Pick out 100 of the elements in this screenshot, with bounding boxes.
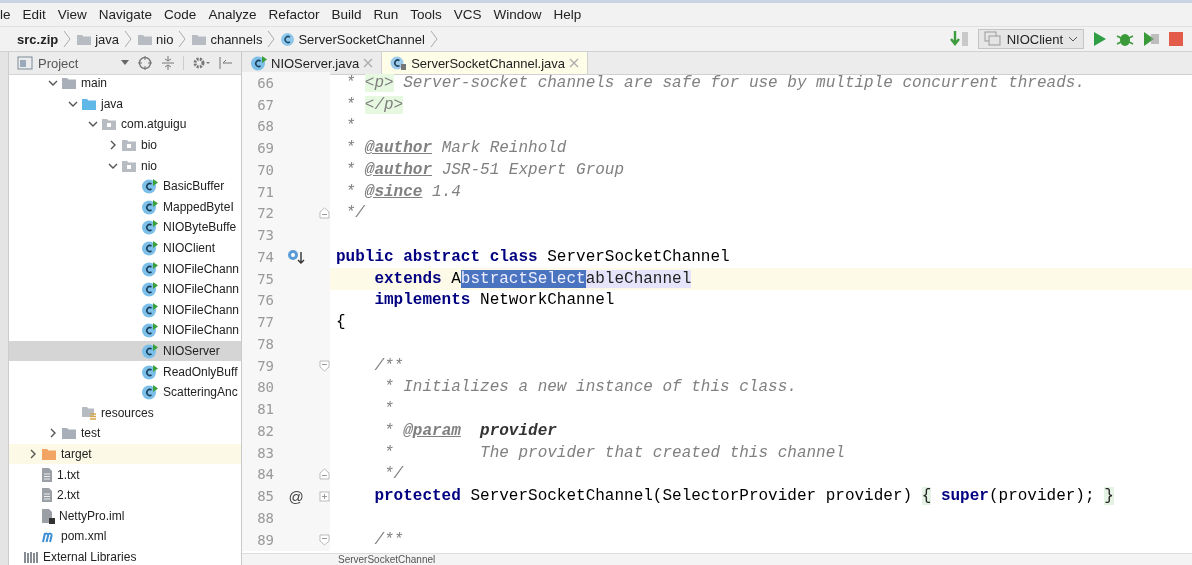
package-icon — [101, 117, 117, 132]
code-line: */ — [383, 465, 404, 484]
folder-icon — [41, 447, 57, 461]
fold-start-icon[interactable] — [318, 533, 330, 546]
breadcrumb-item[interactable]: ServerSocketChannel — [277, 31, 428, 47]
tree-item[interactable]: resources — [9, 402, 241, 424]
target-icon[interactable] — [137, 55, 153, 71]
editor-tab[interactable]: ServerSocketChannel.java — [382, 52, 589, 74]
line-number: 89 — [256, 531, 274, 548]
tree-item[interactable]: bio — [9, 134, 241, 156]
tree-item[interactable]: NIOFileChann — [9, 299, 241, 321]
menu-item[interactable]: VCS — [447, 7, 488, 22]
menu-item[interactable]: Navigate — [92, 7, 159, 22]
tree-item[interactable]: NIOServer — [9, 340, 241, 362]
tree-item[interactable]: NIOFileChann — [9, 258, 241, 279]
fold-end-icon[interactable] — [318, 468, 330, 481]
code-line: * @since 1.4 — [344, 182, 461, 201]
class-icon — [141, 281, 159, 298]
collapse-icon[interactable] — [160, 55, 176, 71]
menu-item[interactable]: Edit — [16, 7, 52, 22]
fold-start-icon[interactable] — [318, 359, 330, 372]
breadcrumb-item[interactable]: nio — [134, 31, 177, 47]
caret-icon — [1068, 35, 1078, 43]
tree-item[interactable]: ReadOnlyBuff — [9, 361, 241, 382]
breadcrumb-item[interactable]: channels — [188, 31, 266, 47]
build-icon[interactable] — [949, 30, 970, 48]
code-line: /** — [373, 356, 404, 375]
editor-breadcrumb[interactable]: ServerSocketChannel — [338, 554, 436, 565]
class-icon — [141, 198, 159, 215]
settings-icon[interactable] — [191, 55, 211, 71]
class-icon — [141, 260, 159, 277]
chevron-icon — [178, 30, 187, 48]
tree-item[interactable]: BasicBuffer — [9, 175, 241, 197]
code-line: * <p> Server-socket channels are safe for use by multiple concurrent threads. — [344, 73, 1085, 92]
menu-item[interactable]: Code — [158, 7, 203, 22]
package-icon — [121, 138, 137, 153]
tree-item[interactable]: target — [9, 443, 241, 465]
code-line: */ — [344, 204, 365, 223]
tree-item[interactable]: MappedByteI — [9, 196, 241, 218]
run-icon[interactable] — [1092, 30, 1108, 48]
line-number: 73 — [256, 227, 274, 244]
close-icon[interactable] — [569, 58, 580, 68]
class-icon — [250, 55, 267, 71]
code-line: * — [344, 117, 356, 136]
tree-item[interactable]: 1.txt — [9, 464, 241, 485]
expand-fold-icon[interactable] — [318, 490, 330, 502]
menu-item[interactable]: Help — [547, 7, 588, 22]
project-icon — [17, 56, 33, 70]
fold-end-icon[interactable] — [318, 207, 330, 220]
line-number: 81 — [256, 401, 274, 418]
class-icon — [280, 31, 296, 47]
window-stack-icon — [983, 31, 1002, 47]
menu-item[interactable]: View — [51, 7, 93, 22]
line-number: 74 — [256, 248, 274, 265]
hide-panel-icon[interactable] — [218, 55, 234, 71]
tree-item[interactable]: ScatteringAnc — [9, 381, 241, 403]
tree-item[interactable]: NIOClient — [9, 237, 241, 259]
line-number: 71 — [256, 183, 274, 200]
line-number: 66 — [256, 74, 274, 91]
module-file-icon — [41, 507, 55, 524]
breadcrumb-item[interactable]: java — [73, 31, 123, 47]
tree-item[interactable]: pom.xml — [9, 526, 241, 547]
tree-item[interactable]: NIOFileChann — [9, 278, 241, 300]
close-icon[interactable] — [363, 58, 374, 68]
folder-icon — [81, 96, 97, 111]
menu-item[interactable]: Analyze — [202, 7, 263, 22]
line-number: 70 — [256, 161, 274, 178]
implemented-icon[interactable] — [287, 248, 305, 265]
line-number: 69 — [256, 140, 274, 157]
menu-item[interactable]: Build — [325, 7, 368, 22]
menu-item[interactable]: Run — [367, 7, 405, 22]
code-line: /** — [373, 530, 404, 549]
menu-item[interactable]: Tools — [404, 7, 448, 22]
line-number: 75 — [256, 270, 274, 287]
tree-item[interactable]: main — [9, 75, 241, 94]
menu-item[interactable]: Window — [487, 7, 548, 22]
tree-item[interactable]: External Libraries — [9, 546, 241, 565]
tree-item[interactable]: com.atguigu — [9, 114, 241, 135]
line-number: 76 — [256, 292, 274, 309]
line-number: 72 — [256, 205, 274, 222]
coverage-icon[interactable] — [1142, 30, 1160, 48]
tree-item[interactable]: test — [9, 423, 241, 444]
breadcrumb-item[interactable]: src.zip — [14, 31, 62, 47]
code-line: * @author Mark Reinhold — [344, 139, 567, 158]
tree-item[interactable]: java — [9, 93, 241, 115]
tree-item[interactable]: 2.txt — [9, 484, 241, 506]
tree-item[interactable]: NIOByteBuffe — [9, 217, 241, 238]
class-icon — [141, 178, 159, 195]
menu-item[interactable]: Refactor — [262, 7, 326, 22]
line-number: 80 — [256, 379, 274, 396]
tree-item[interactable]: NettyPro.iml — [9, 505, 241, 527]
code-line: public abstract class ServerSocketChannel — [335, 247, 730, 266]
stop-icon[interactable] — [1168, 31, 1184, 47]
caret-icon[interactable] — [120, 59, 130, 67]
line-number: 88 — [256, 509, 274, 526]
tree-item[interactable]: nio — [9, 155, 241, 176]
menu-item[interactable]: le — [0, 7, 17, 22]
run-configuration-dropdown[interactable]: NIOClient — [977, 29, 1084, 49]
tree-item[interactable]: NIOFileChann — [9, 320, 241, 341]
gutter-symbol[interactable]: @ — [288, 487, 304, 505]
